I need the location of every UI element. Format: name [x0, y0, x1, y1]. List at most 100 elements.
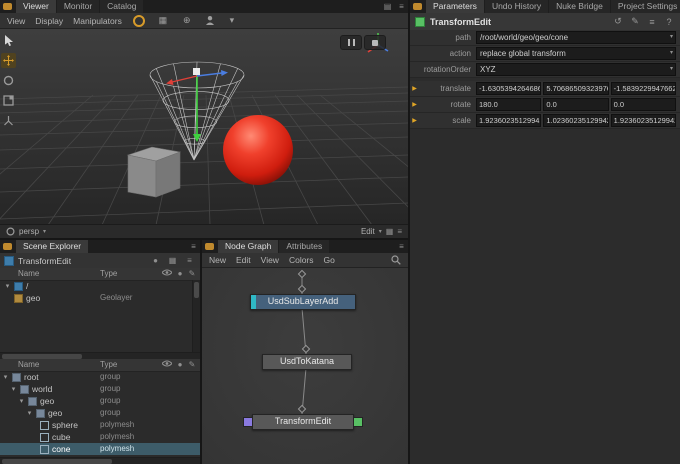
grid-toggle-icon[interactable]: ▦ [156, 15, 170, 27]
chevron-down-icon[interactable]: ▾ [670, 32, 673, 43]
panel-menu-icon[interactable]: ≡ [395, 0, 408, 13]
keyed-marker-icon[interactable]: ▶ [410, 117, 419, 124]
edit-icon[interactable]: ✎ [629, 16, 641, 27]
sphere-object[interactable] [223, 115, 293, 185]
status-menu-icon[interactable]: ≡ [397, 227, 402, 236]
user-camera-icon[interactable] [204, 15, 218, 27]
render-column-icon[interactable]: ● [174, 360, 186, 369]
vertical-scrollbar[interactable] [192, 280, 200, 352]
rotation-order-dropdown[interactable]: XYZ ▾ [476, 63, 676, 76]
horizontal-scrollbar[interactable] [0, 457, 200, 464]
panel-menu-icon[interactable]: ≡ [187, 240, 200, 253]
edit-caret-icon[interactable]: ▾ [379, 228, 382, 235]
edit-column-icon[interactable]: ✎ [186, 269, 198, 278]
tab-nuke-bridge[interactable]: Nuke Bridge [549, 0, 610, 13]
table-row[interactable]: ▾geo group [0, 395, 200, 407]
visibility-column-icon[interactable] [162, 360, 174, 367]
column-type[interactable]: Type [100, 269, 117, 278]
rotate-z-field[interactable]: 0.0 [611, 98, 676, 111]
viewport-scene[interactable] [0, 29, 408, 225]
keyed-marker-icon[interactable]: ▶ [410, 85, 419, 92]
chevron-down-icon[interactable]: ▾ [670, 48, 673, 59]
tab-project-settings[interactable]: Project Settings [611, 0, 680, 13]
snapping-icon[interactable] [132, 15, 146, 27]
list-item[interactable]: geo Geolayer [0, 292, 200, 304]
search-icon[interactable] [391, 255, 401, 265]
node-usdtokatana[interactable]: UsdToKatana [262, 354, 352, 370]
table-row-selected[interactable]: cone polymesh [0, 443, 200, 455]
cube-object[interactable] [128, 147, 180, 197]
table-row[interactable]: ▾root group [0, 371, 200, 383]
rotate-y-field[interactable]: 0.0 [543, 98, 608, 111]
scale-y-field[interactable]: 1.023602351299424 [543, 114, 608, 127]
node-graph-canvas[interactable]: UsdSubLayerAdd UsdToKatana TransformEdit [202, 268, 408, 464]
tab-undo-history[interactable]: Undo History [485, 0, 548, 13]
column-name[interactable]: Name [18, 269, 39, 278]
menu-view[interactable]: View [7, 16, 25, 26]
keyed-marker-icon[interactable]: ▶ [410, 101, 419, 108]
status-grid-icon[interactable]: ▦ [386, 227, 394, 236]
panel-split-icon[interactable]: ▤ [381, 0, 394, 13]
expander-icon[interactable]: ▾ [4, 282, 11, 290]
help-icon[interactable]: ? [663, 17, 675, 27]
scrollbar-thumb[interactable] [194, 282, 199, 298]
axis-tool-icon[interactable] [1, 113, 16, 128]
pivot-icon[interactable]: ⊕ [180, 15, 194, 27]
tab-scene-explorer[interactable]: Scene Explorer [16, 240, 88, 253]
panel-tab-icon[interactable] [3, 3, 12, 10]
pause-button[interactable] [340, 35, 362, 50]
scrollbar-thumb[interactable] [2, 459, 112, 464]
tab-attributes[interactable]: Attributes [279, 240, 329, 253]
panel-tab-icon[interactable] [205, 243, 214, 250]
expander-icon[interactable]: ▾ [26, 409, 33, 417]
scale-x-field[interactable]: 1.923602351299424 [476, 114, 541, 127]
scale-tool-icon[interactable] [1, 93, 16, 108]
select-tool-icon[interactable] [1, 33, 16, 48]
menu-manipulators[interactable]: Manipulators [73, 16, 122, 26]
translate-x-field[interactable]: -1.630539426468677 [476, 82, 541, 95]
edit-flag-icon[interactable] [353, 417, 363, 427]
rotate-x-field[interactable]: 180.0 [476, 98, 541, 111]
scale-z-field[interactable]: 1.923602351299424 [611, 114, 676, 127]
menu-edit[interactable]: Edit [236, 255, 251, 265]
table-row[interactable]: sphere polymesh [0, 419, 200, 431]
explorer-node-name[interactable]: TransformEdit [18, 256, 71, 266]
node-usdsublayeradd[interactable]: UsdSubLayerAdd [250, 294, 356, 310]
snapshot-icon[interactable]: ● [149, 254, 162, 267]
edit-flag-icon[interactable] [415, 17, 425, 27]
explorer-menu-icon[interactable]: ≡ [183, 254, 196, 267]
manipulator-center-handle[interactable] [193, 68, 200, 75]
node-transformedit[interactable]: TransformEdit [252, 414, 354, 430]
edit-mode-label[interactable]: Edit [361, 227, 375, 236]
translate-manipulator[interactable] [166, 68, 228, 142]
menu-new[interactable]: New [209, 255, 226, 265]
column-type[interactable]: Type [100, 360, 117, 369]
view-flag-icon[interactable] [243, 417, 253, 427]
camera-name[interactable]: persp [19, 227, 39, 236]
panel-tab-icon[interactable] [3, 243, 12, 250]
viewport-3d[interactable] [0, 29, 408, 225]
rotate-tool-icon[interactable] [1, 73, 16, 88]
menu-go[interactable]: Go [324, 255, 335, 265]
table-row[interactable]: ▾world group [0, 383, 200, 395]
panel-tab-icon[interactable] [413, 3, 422, 10]
path-input[interactable]: /root/world/geo/geo/cone ▾ [476, 31, 676, 44]
menu-colors[interactable]: Colors [289, 255, 314, 265]
list-item[interactable]: ▾ / [0, 280, 200, 292]
table-row[interactable]: cube polymesh [0, 431, 200, 443]
chevron-down-icon[interactable]: ▾ [670, 64, 673, 75]
reset-icon[interactable]: ↺ [612, 16, 624, 27]
table-row[interactable]: ▾geo group [0, 407, 200, 419]
expander-icon[interactable]: ▾ [18, 397, 25, 405]
stop-button[interactable] [364, 35, 386, 50]
expander-icon[interactable]: ▾ [2, 373, 9, 381]
translate-y-field[interactable]: 5.7068650932397675 [543, 82, 608, 95]
action-dropdown[interactable]: replace global transform ▾ [476, 47, 676, 60]
translate-z-field[interactable]: -1.5839229947662365 [611, 82, 676, 95]
filter-icon[interactable]: ▦ [166, 254, 179, 267]
tab-monitor[interactable]: Monitor [57, 0, 99, 13]
tab-parameters[interactable]: Parameters [426, 0, 484, 13]
translate-tool-icon[interactable] [1, 53, 16, 68]
camera-caret-icon[interactable]: ▾ [228, 15, 236, 27]
panel-menu-icon[interactable]: ≡ [395, 240, 408, 253]
